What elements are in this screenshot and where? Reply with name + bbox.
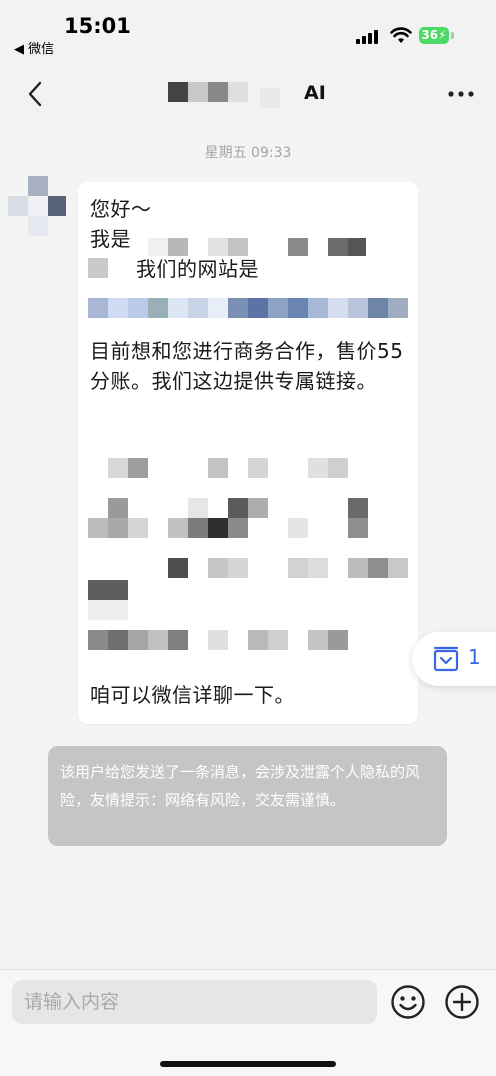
back-to-app-link[interactable]: ◀ 微信 (14, 38, 54, 57)
more-dots-icon[interactable] (446, 82, 476, 106)
nav-bar: AI (0, 62, 496, 124)
emoji-icon[interactable] (390, 984, 426, 1020)
battery-tip (451, 32, 454, 39)
plus-icon[interactable] (444, 984, 480, 1020)
chevron-left-icon[interactable] (22, 80, 50, 108)
chat-area[interactable]: 星期五 09:33 您好～ 我是 我们的网站是 目前想和您进行商务合作，售价55… (0, 124, 496, 969)
status-bar: 15:01 ◀ 微信 36⚡ (0, 0, 496, 62)
wifi-icon (390, 27, 412, 43)
business-paragraph: 目前想和您进行商务合作，售价55分账。我们这边提供专属链接。 (90, 339, 404, 393)
pixelated-website-link (88, 298, 408, 318)
message-greeting: 您好～ (90, 197, 152, 221)
pixelated-name (148, 238, 366, 256)
system-warning-notice: 该用户给您发送了一条消息，会涉及泄露个人隐私的风险，友情提示：网络有风险，交友需… (48, 746, 447, 846)
signal-icon (356, 30, 380, 44)
input-bar: 请输入内容 (0, 969, 496, 1076)
message-input[interactable]: 请输入内容 (12, 980, 377, 1024)
message-timestamp: 星期五 09:33 (204, 145, 292, 161)
battery-indicator: 36⚡ (419, 27, 449, 44)
battery-level: 36 (421, 28, 439, 42)
floating-inbox-button[interactable]: 1 (412, 632, 496, 686)
home-indicator (160, 1061, 336, 1067)
page-title: AI (304, 82, 326, 104)
status-time: 15:01 (64, 14, 131, 38)
pixelated-content (88, 458, 408, 650)
pixelated-block (88, 258, 108, 278)
inbox-icon (433, 646, 459, 672)
message-closing: 咱可以微信详聊一下。 (90, 683, 295, 707)
message-bubble[interactable]: 您好～ 我是 我们的网站是 目前想和您进行商务合作，售价55分账。我们这边提供专… (78, 182, 418, 724)
website-label: 我们的网站是 (136, 257, 259, 281)
badge-count: 1 (468, 645, 481, 669)
avatar[interactable] (8, 176, 66, 238)
